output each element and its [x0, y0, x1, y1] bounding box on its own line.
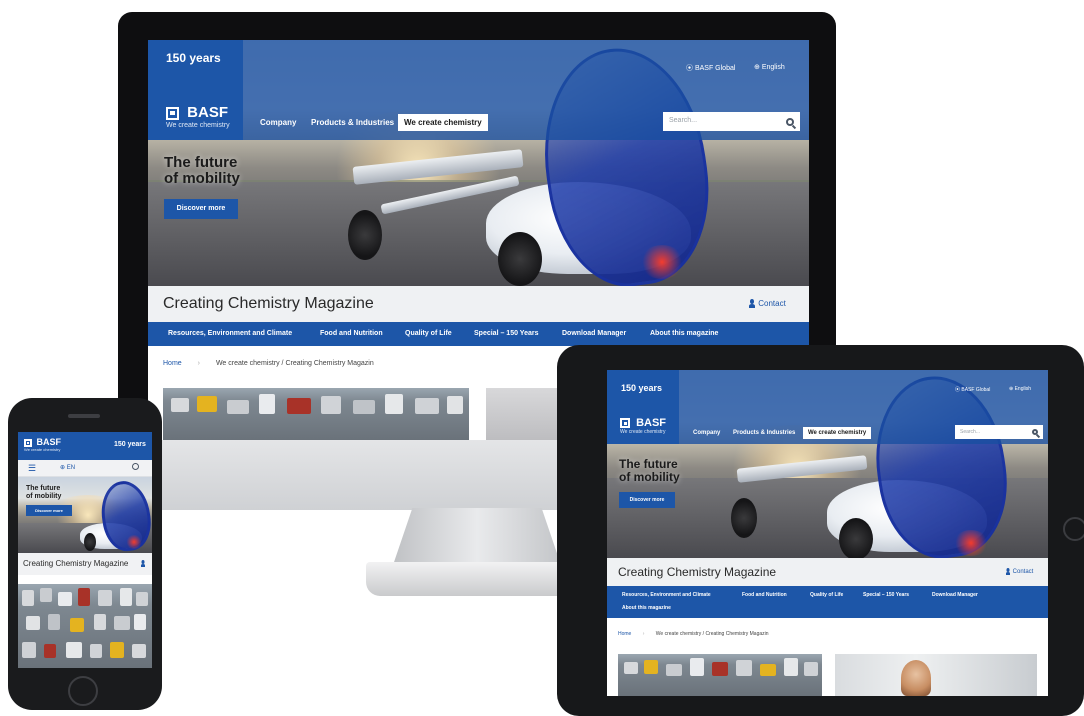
logo-tagline: We create chemistry [166, 122, 230, 129]
discover-more-button[interactable]: Discover more [26, 505, 72, 516]
category-about[interactable]: About this magazine [650, 330, 718, 337]
breadcrumb: Home › We create chemistry / Creating Ch… [618, 631, 769, 637]
nav-products-industries[interactable]: Products & Industries [733, 430, 795, 436]
category-special[interactable]: Special – 150 Years [863, 592, 909, 598]
category-quality-of-life[interactable]: Quality of Life [810, 592, 843, 598]
breadcrumb-path: We create chemistry / Creating Chemistry… [215, 360, 374, 367]
category-quality-of-life[interactable]: Quality of Life [405, 330, 452, 337]
nav-company[interactable]: Company [260, 118, 296, 127]
magazine-title-bar: Creating Chemistry Magazine [18, 553, 152, 575]
mobile-toolbar: ☰ ⊕ EN [18, 460, 152, 477]
basf-logo[interactable]: BASF We create chemistry [24, 437, 61, 452]
magazine-title: Creating Chemistry Magazine [163, 295, 374, 312]
article-image-woman-in-car [835, 654, 1037, 696]
category-special[interactable]: Special – 150 Years [474, 330, 538, 337]
traffic-image [18, 584, 152, 668]
search-icon[interactable] [786, 117, 794, 126]
search-icon[interactable] [1032, 429, 1038, 435]
search-input[interactable]: Search... [955, 425, 1043, 439]
phone-home-button [68, 676, 98, 706]
basf-logo-mark [166, 106, 179, 120]
contact-link[interactable]: Contact [748, 299, 786, 309]
hero-headline: The future of mobility [164, 154, 240, 188]
basf-logo-mark [620, 418, 630, 429]
nav-we-create-chemistry[interactable]: We create chemistry [803, 427, 872, 439]
magazine-title-bar: Creating Chemistry Magazine Contact [148, 286, 809, 322]
category-food[interactable]: Food and Nutrition [320, 330, 383, 337]
discover-more-button[interactable]: Discover more [619, 492, 675, 508]
breadcrumb: Home › We create chemistry / Creating Ch… [163, 360, 374, 367]
category-food[interactable]: Food and Nutrition [742, 592, 787, 598]
breadcrumb-path: We create chemistry / Creating Chemistry… [655, 631, 769, 637]
breadcrumb-home[interactable]: Home [618, 631, 631, 637]
basf-logo-mark [24, 438, 32, 447]
traffic-image [163, 388, 469, 440]
globe-icon: ⊕ [60, 465, 66, 471]
tablet-screen: 150 years BASF We create chemistry Compa… [607, 370, 1048, 696]
category-nav: Resources, Environment and Climate Food … [607, 586, 1048, 618]
category-download-manager[interactable]: Download Manager [932, 592, 978, 598]
nav-company[interactable]: Company [693, 430, 720, 436]
magazine-title-bar: Creating Chemistry Magazine Contact [607, 558, 1048, 586]
article-image [486, 388, 566, 440]
location-pin-icon: ⦿ [955, 387, 961, 393]
logo-tagline: We create chemistry [24, 447, 61, 452]
nav-we-create-chemistry[interactable]: We create chemistry [398, 114, 488, 131]
traffic-image [618, 654, 822, 696]
anniversary-label[interactable]: 150 years [114, 441, 146, 448]
category-about[interactable]: About this magazine [622, 605, 671, 611]
menu-icon[interactable]: ☰ [28, 463, 36, 474]
basf-global-link[interactable]: ⦿ BASF Global [955, 386, 990, 393]
basf-global-link[interactable]: ⦿ BASF Global [686, 63, 735, 73]
basf-logo[interactable]: BASF We create chemistry [166, 104, 230, 129]
globe-icon: ⊕ [1009, 386, 1014, 392]
magazine-title: Creating Chemistry Magazine [23, 559, 129, 568]
desktop-monitor-stand [392, 508, 562, 568]
contact-link[interactable]: Contact [1005, 568, 1033, 575]
globe-icon: ⊕ [754, 64, 760, 71]
anniversary-label: 150 years [166, 51, 221, 65]
search-icon[interactable] [132, 463, 139, 470]
person-icon [1005, 568, 1011, 575]
category-resources[interactable]: Resources, Environment and Climate [168, 330, 292, 337]
hero-image: The future of mobility Discover more [18, 477, 152, 553]
language-link[interactable]: ⊕ English [754, 63, 785, 71]
category-download-manager[interactable]: Download Manager [562, 330, 626, 337]
nav-products-industries[interactable]: Products & Industries [311, 118, 394, 127]
discover-more-button[interactable]: Discover more [164, 199, 238, 219]
person-icon [748, 299, 756, 309]
hero-headline: The future of mobility [619, 457, 680, 484]
breadcrumb-home[interactable]: Home [163, 360, 182, 367]
desktop-monitor-foot [366, 562, 588, 596]
phone-speaker [68, 414, 100, 418]
magazine-title: Creating Chemistry Magazine [618, 565, 777, 579]
location-pin-icon: ⦿ [686, 65, 693, 72]
phone-screen: BASF We create chemistry 150 years ☰ ⊕ E… [18, 432, 152, 668]
search-input[interactable]: Search... [663, 112, 800, 131]
tablet-home-button [1063, 517, 1084, 541]
anniversary-label: 150 years [621, 383, 663, 393]
hero-headline: The future of mobility [26, 485, 62, 500]
language-switch[interactable]: ⊕ EN [60, 464, 75, 471]
basf-logo[interactable]: BASF We create chemistry [620, 417, 666, 435]
person-icon[interactable] [140, 560, 146, 567]
category-resources[interactable]: Resources, Environment and Climate [622, 592, 711, 598]
language-link[interactable]: ⊕ English [1009, 386, 1031, 392]
logo-tagline: We create chemistry [620, 429, 666, 435]
category-nav: Resources, Environment and Climate Food … [148, 322, 809, 346]
